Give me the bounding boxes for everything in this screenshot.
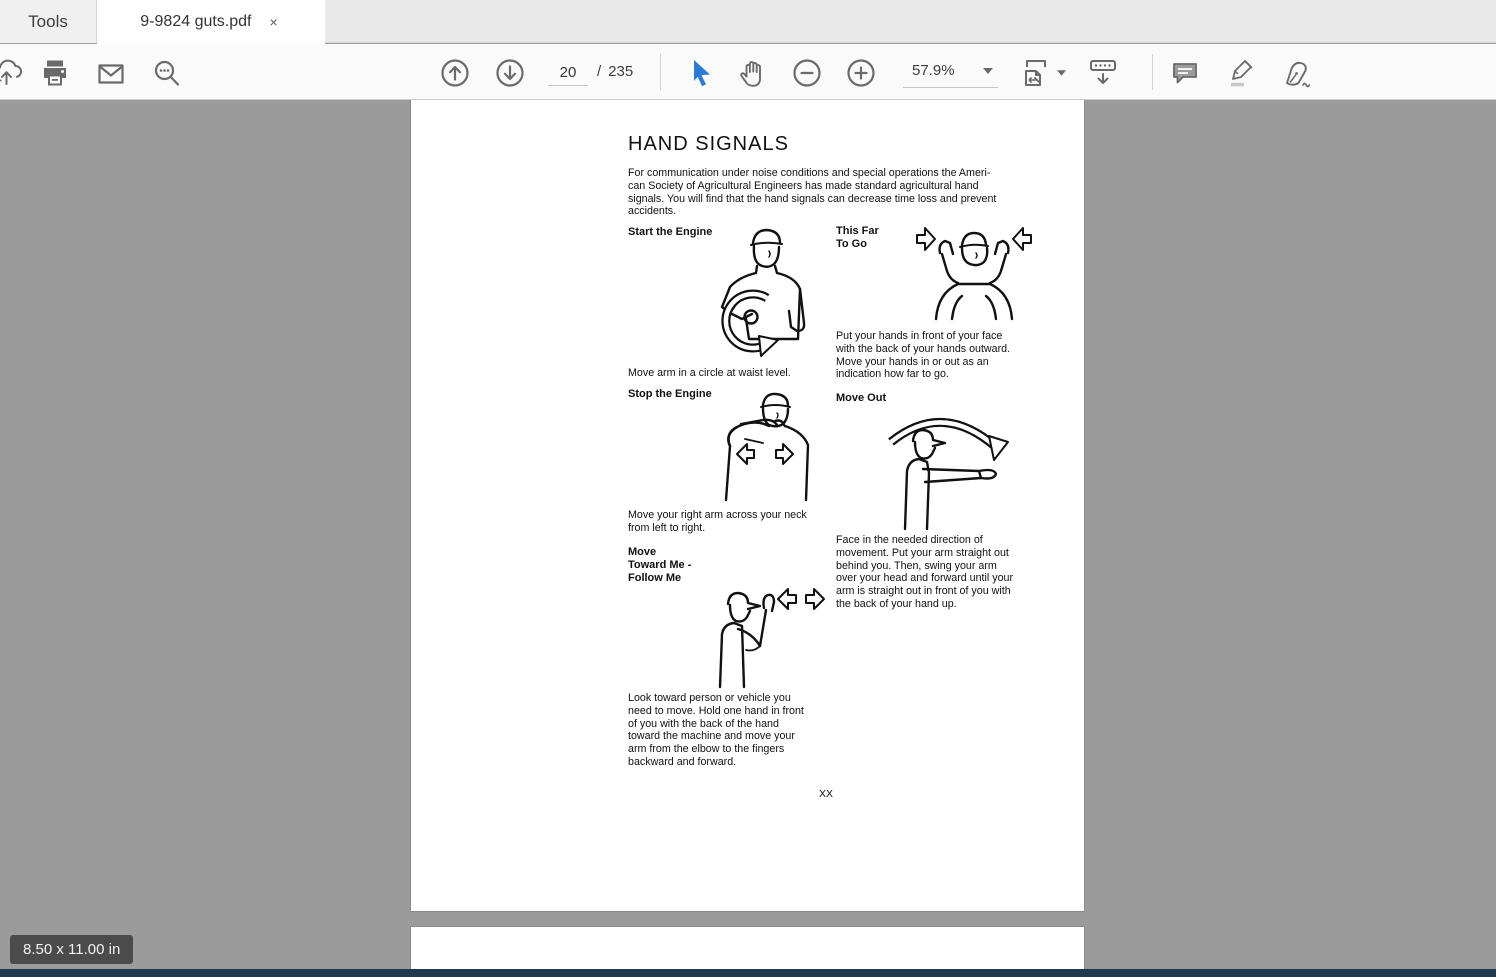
caption-start-engine: Move arm in a circle at waist level. <box>628 367 791 379</box>
toolbar-divider <box>1152 54 1153 90</box>
zoom-in-icon[interactable] <box>845 57 877 89</box>
figure-this-far-illustration <box>914 223 1034 325</box>
select-cursor-icon[interactable] <box>685 57 717 89</box>
close-tab-icon[interactable]: × <box>266 14 282 30</box>
save-to-cloud-icon[interactable] <box>0 57 23 89</box>
bottom-edge-bar <box>0 969 1496 977</box>
comment-icon[interactable] <box>1169 57 1201 89</box>
tab-tools[interactable]: Tools <box>0 0 97 43</box>
section-label-this-far: This Far To Go <box>836 225 879 250</box>
pdf-page-20[interactable]: HAND SIGNALS For communication under noi… <box>410 100 1085 912</box>
figure-stop-engine-illustration <box>711 391 823 505</box>
figure-move-out-illustration <box>861 398 1023 532</box>
section-label-move-toward-me: Move Toward Me - Follow Me <box>628 546 692 584</box>
chevron-down-icon <box>983 67 993 74</box>
document-canvas[interactable]: HAND SIGNALS For communication under noi… <box>0 100 1496 977</box>
caption-move-toward-me: Look toward person or vehicle you need t… <box>628 692 804 768</box>
caption-move-out: Face in the needed direction of movement… <box>836 534 1014 610</box>
page-size-badge: 8.50 x 11.00 in <box>10 935 134 964</box>
page-total-value: 235 <box>608 63 634 80</box>
zoom-level-dropdown[interactable]: 57.9% <box>903 58 998 88</box>
page-separator: / <box>597 63 602 80</box>
next-page-icon[interactable] <box>494 57 526 89</box>
caption-stop-engine: Move your right arm across your neck fro… <box>628 509 807 534</box>
print-icon[interactable] <box>39 57 71 89</box>
document-tab-label: 9-9824 guts.pdf <box>140 13 252 30</box>
hand-tool-icon[interactable] <box>737 57 769 89</box>
toolbar-divider <box>660 54 661 90</box>
caption-this-far: Put your hands in front of your face wit… <box>836 330 1011 381</box>
figure-move-toward-me-illustration <box>694 576 830 690</box>
acrobat-window: Tools 9-9824 guts.pdf × 20 / 235 57.9% H… <box>0 0 1496 977</box>
previous-page-icon[interactable] <box>439 57 471 89</box>
zoom-value: 57.9% <box>912 62 955 79</box>
fill-sign-icon[interactable] <box>1280 57 1314 91</box>
collapse-toolbar-icon[interactable] <box>1086 56 1120 90</box>
tools-tab-label: Tools <box>28 11 68 31</box>
page-title: HAND SIGNALS <box>628 133 789 155</box>
fit-page-icon[interactable] <box>1019 56 1053 90</box>
zoom-out-icon[interactable] <box>791 57 823 89</box>
main-toolbar: / 235 57.9% <box>0 44 1496 100</box>
email-icon[interactable] <box>95 58 127 90</box>
page-number-input[interactable] <box>548 60 588 86</box>
figure-start-engine-illustration <box>699 226 823 368</box>
fit-page-chevron-icon[interactable] <box>1057 70 1066 76</box>
highlight-icon[interactable] <box>1225 57 1257 89</box>
page-count-label: / 235 <box>597 63 633 80</box>
page-folio-number: XX <box>818 788 833 800</box>
search-zoom-icon[interactable] <box>151 58 183 90</box>
section-label-stop-engine: Stop the Engine <box>628 388 712 400</box>
intro-paragraph: For communication under noise conditions… <box>628 167 997 218</box>
tab-bar: Tools 9-9824 guts.pdf × <box>0 0 1496 44</box>
tab-document[interactable]: 9-9824 guts.pdf × <box>97 0 325 44</box>
